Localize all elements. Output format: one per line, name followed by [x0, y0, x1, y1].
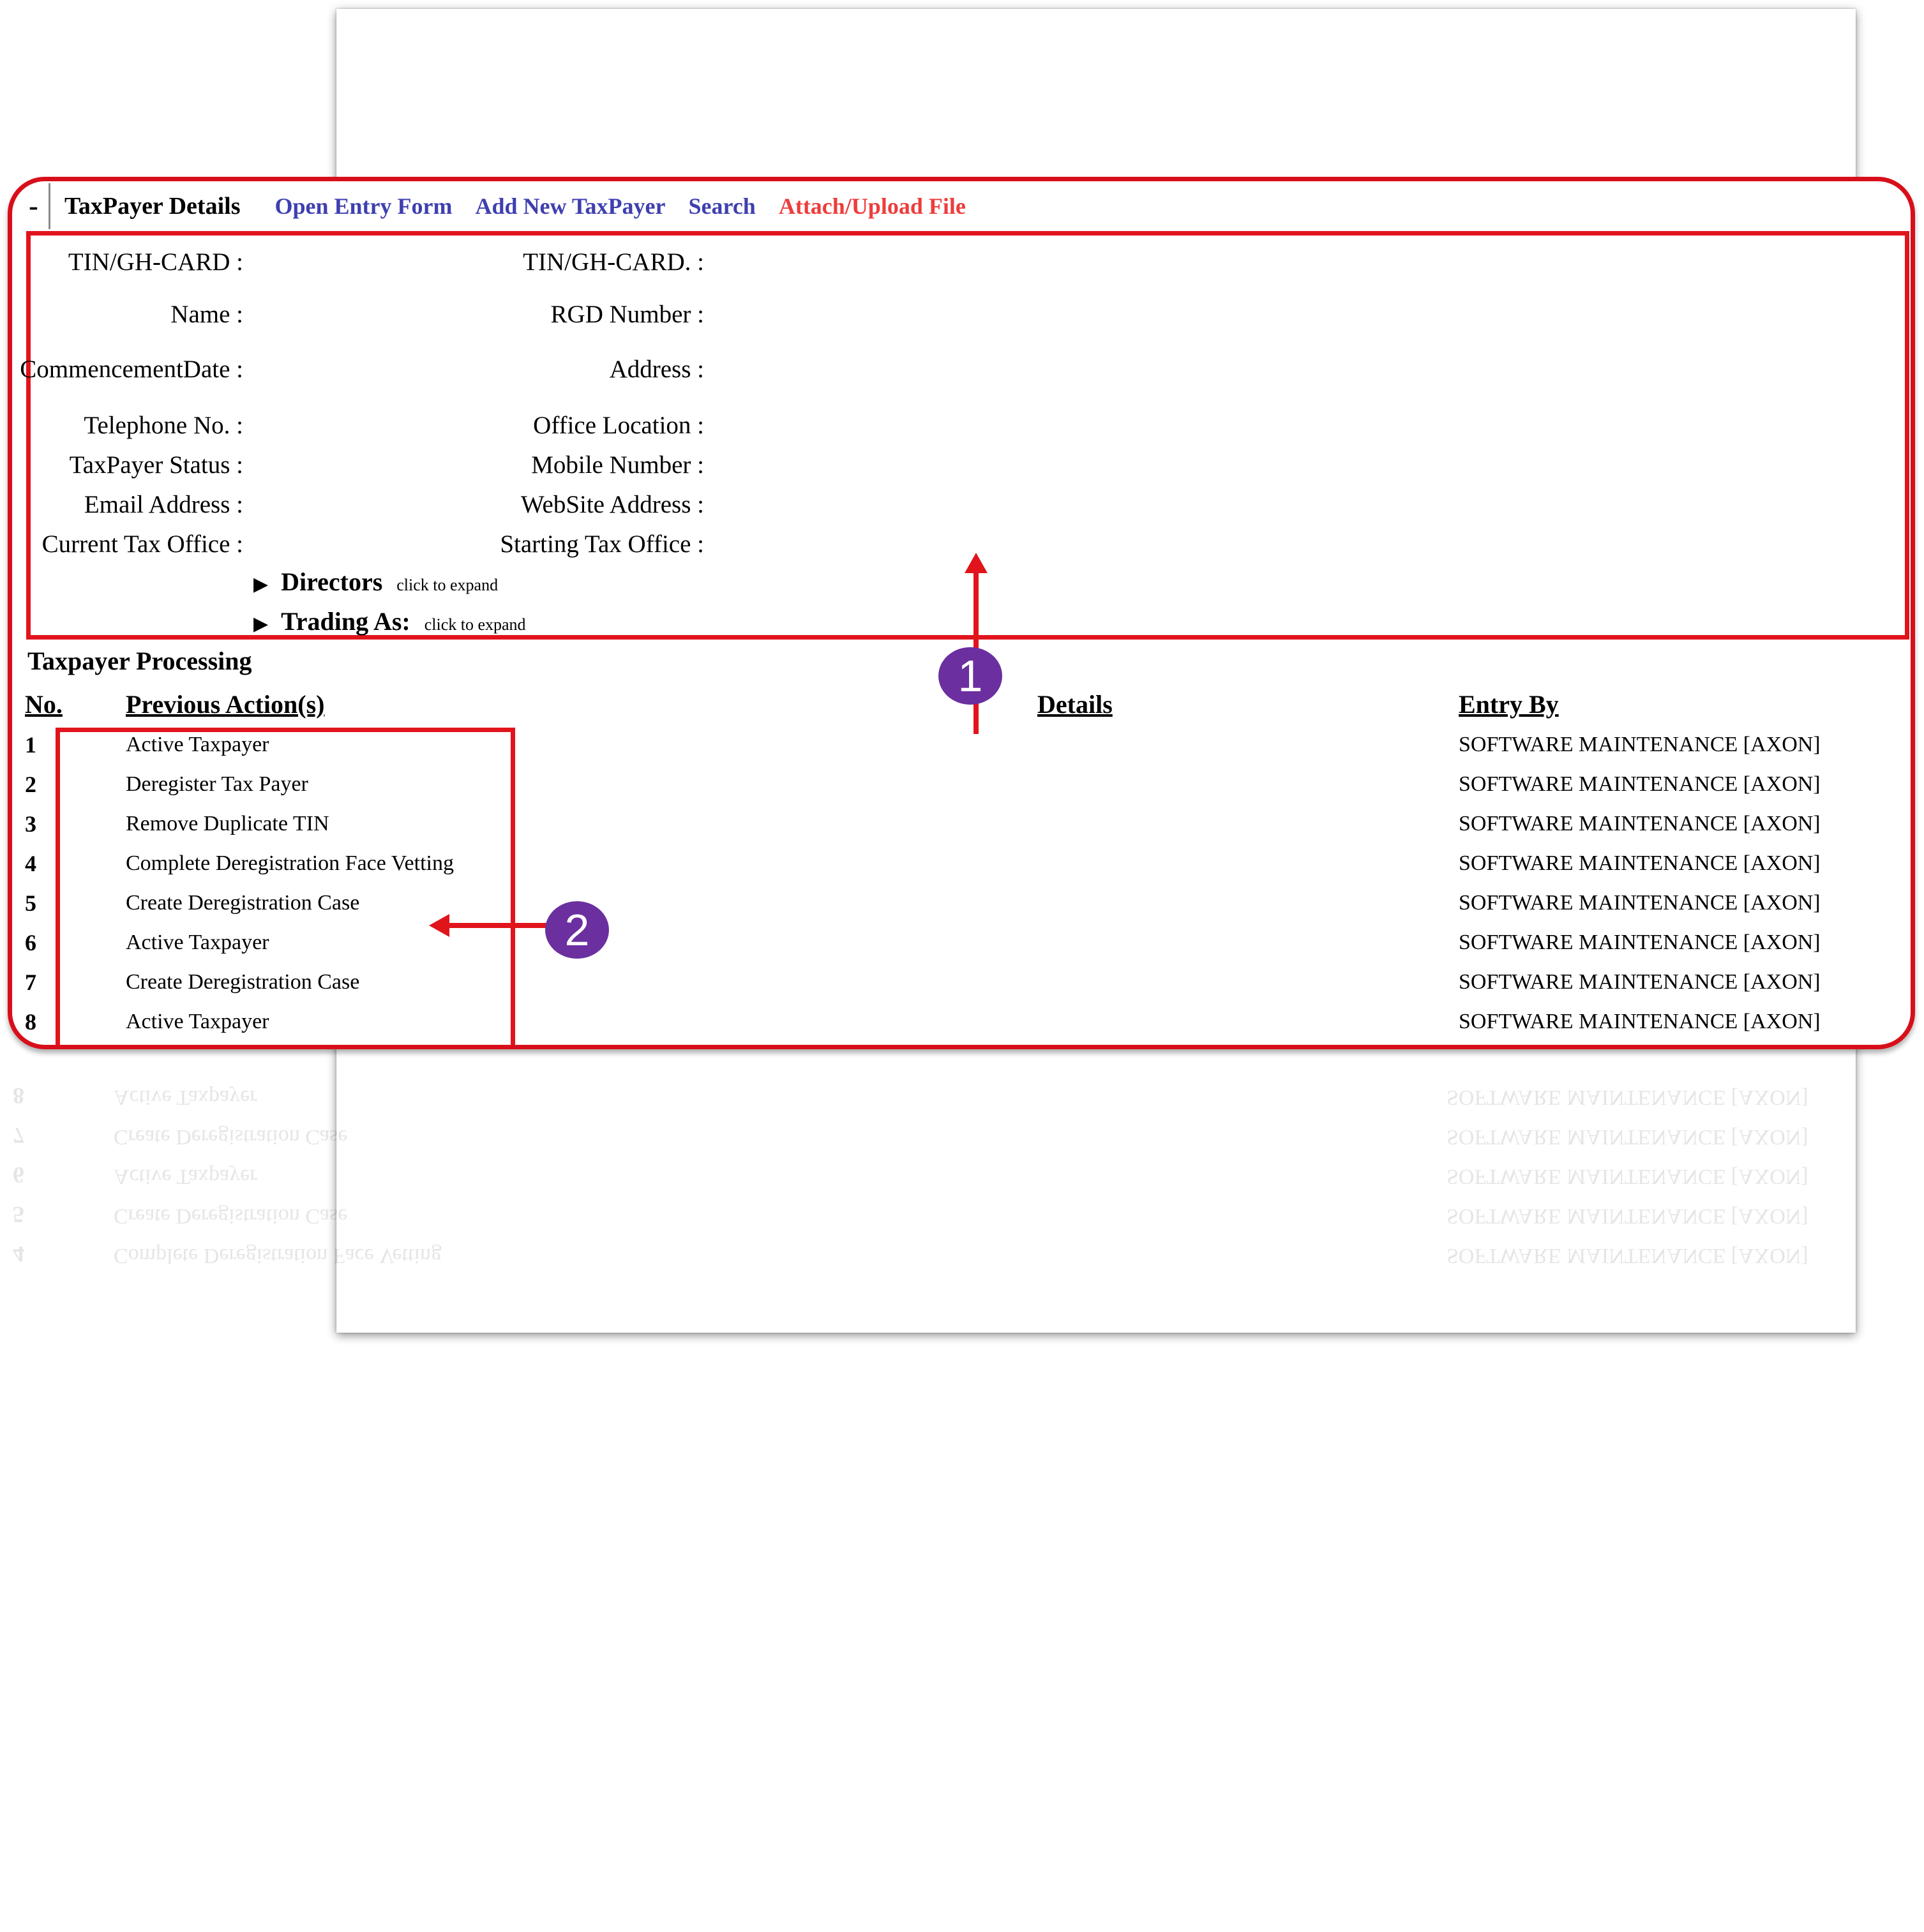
- table-row-action: Active Taxpayer: [126, 1010, 269, 1033]
- field-label-starting-tax-office: Starting Tax Office :: [500, 530, 704, 558]
- field-label-tin-alt: TIN/GH-CARD. :: [523, 248, 704, 276]
- field-label-mobile-number: Mobile Number :: [531, 451, 704, 479]
- table-row-no: 1: [25, 732, 36, 758]
- reflection-row-action: Create Deregistration Case: [114, 1204, 348, 1228]
- reflection-row-action: Active Taxpayer: [114, 1165, 257, 1188]
- search-link[interactable]: Search: [689, 193, 756, 220]
- reflection-row-no: 8: [13, 1083, 24, 1109]
- column-header-entry-by: Entry By: [1459, 690, 1559, 719]
- reflection-row-no: 7: [13, 1123, 24, 1148]
- open-entry-form-link[interactable]: Open Entry Form: [274, 193, 452, 220]
- table-row-no: 8: [25, 1009, 36, 1035]
- taxpayer-panel: - TaxPayer Details Open Entry Form Add N…: [8, 177, 1915, 1049]
- taxpayer-processing-title: Taxpayer Processing: [27, 647, 252, 675]
- table-row-entry: SOFTWARE MAINTENANCE [AXON]: [1459, 772, 1821, 796]
- table-row-action: Create Deregistration Case: [126, 970, 360, 994]
- table-row-entry: SOFTWARE MAINTENANCE [AXON]: [1459, 931, 1821, 954]
- minus-icon[interactable]: -: [19, 183, 50, 229]
- trading-as-label: Trading As:: [281, 607, 410, 636]
- table-row-no: 2: [25, 772, 36, 797]
- table-row-entry: SOFTWARE MAINTENANCE [AXON]: [1459, 733, 1821, 756]
- field-label-name: Name :: [170, 301, 243, 328]
- reflection-row-no: 5: [13, 1202, 24, 1227]
- directors-expander[interactable]: ▶ Directors click to expand: [253, 567, 498, 597]
- panel-title: TaxPayer Details: [64, 193, 241, 220]
- table-row-no: 5: [25, 890, 36, 916]
- table-row-action: Active Taxpayer: [126, 733, 269, 756]
- field-label-tin: TIN/GH-CARD :: [68, 248, 243, 276]
- callout-badge-1: 1: [938, 647, 1002, 705]
- reflection-row-action: Active Taxpayer: [114, 1086, 257, 1109]
- table-row-action: Remove Duplicate TIN: [126, 812, 329, 835]
- attach-upload-file-link[interactable]: Attach/Upload File: [779, 193, 966, 220]
- reflection-row-no: 6: [13, 1162, 24, 1188]
- trading-as-hint: click to expand: [424, 615, 526, 634]
- field-label-rgd-number: RGD Number :: [550, 301, 704, 328]
- table-row-action: Active Taxpayer: [126, 931, 269, 954]
- panel-toolbar: - TaxPayer Details Open Entry Form Add N…: [12, 181, 1911, 231]
- table-row-entry: SOFTWARE MAINTENANCE [AXON]: [1459, 970, 1821, 994]
- field-label-address: Address :: [609, 356, 704, 383]
- table-row-action: Create Deregistration Case: [126, 891, 360, 915]
- table-row-entry: SOFTWARE MAINTENANCE [AXON]: [1459, 851, 1821, 875]
- reflection-row-no: 4: [13, 1241, 24, 1267]
- field-label-taxpayer-status: TaxPayer Status :: [69, 451, 243, 479]
- field-label-current-tax-office: Current Tax Office :: [41, 530, 243, 558]
- column-header-previous-actions: Previous Action(s): [126, 690, 325, 719]
- table-row-entry: SOFTWARE MAINTENANCE [AXON]: [1459, 812, 1821, 835]
- directors-label: Directors: [281, 567, 383, 596]
- callout-arrow-left: [429, 914, 549, 937]
- column-header-details: Details: [1037, 690, 1113, 719]
- reflection-row-action: Create Deregistration Case: [114, 1125, 348, 1149]
- callout-badge-2: 2: [545, 901, 609, 959]
- field-label-website-address: WebSite Address :: [520, 491, 704, 518]
- field-label-email: Email Address :: [84, 491, 243, 518]
- column-header-no: No.: [25, 690, 63, 719]
- table-row-no: 3: [25, 811, 36, 837]
- field-label-office-location: Office Location :: [533, 412, 704, 439]
- table-row-no: 4: [25, 851, 36, 876]
- add-new-taxpayer-link[interactable]: Add New TaxPayer: [475, 193, 665, 220]
- table-row-entry: SOFTWARE MAINTENANCE [AXON]: [1459, 1010, 1821, 1033]
- field-label-commencement-date: CommencementDate :: [20, 356, 243, 383]
- triangle-right-icon: ▶: [253, 613, 269, 634]
- table-row-entry: SOFTWARE MAINTENANCE [AXON]: [1459, 891, 1821, 915]
- directors-hint: click to expand: [396, 576, 499, 594]
- triangle-right-icon: ▶: [253, 574, 269, 595]
- table-row-action: Deregister Tax Payer: [126, 772, 308, 796]
- table-row-action: Complete Deregistration Face Vetting: [126, 851, 454, 875]
- trading-as-expander[interactable]: ▶ Trading As: click to expand: [253, 606, 526, 636]
- table-row-no: 6: [25, 930, 36, 955]
- table-row-no: 7: [25, 970, 36, 995]
- field-label-telephone: Telephone No. :: [84, 412, 243, 439]
